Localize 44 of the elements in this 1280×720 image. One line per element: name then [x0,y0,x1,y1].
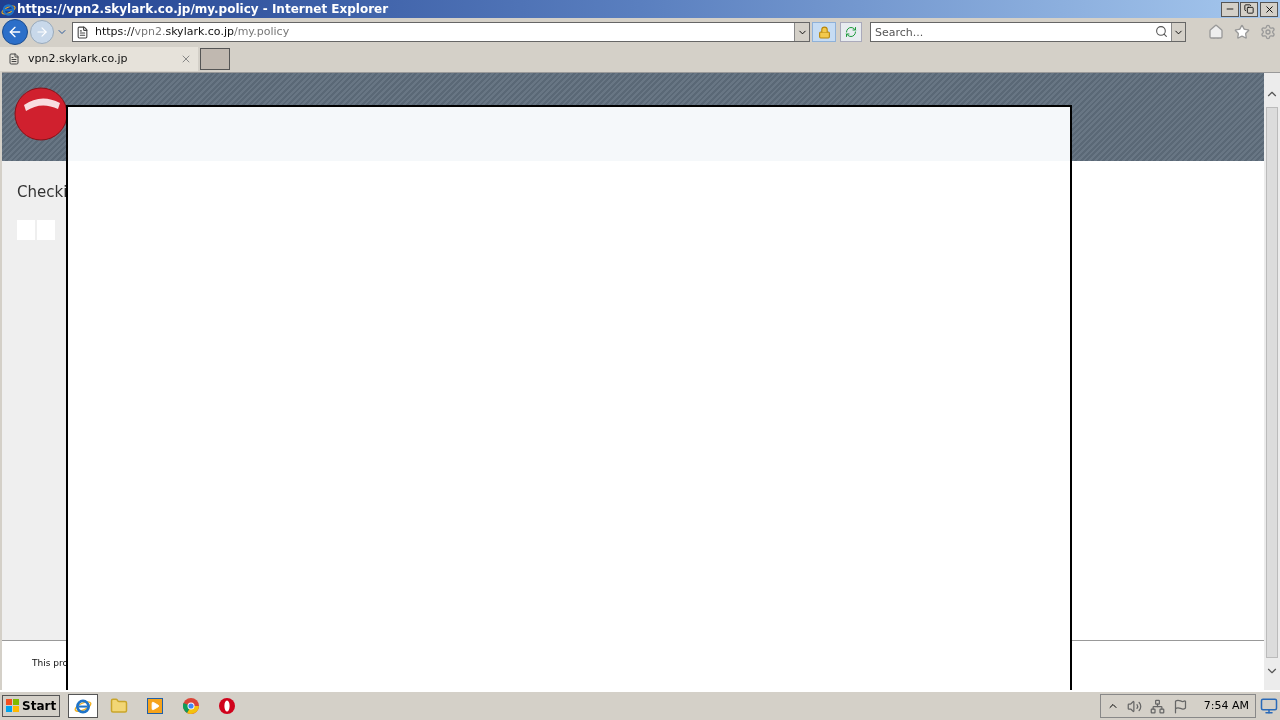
restore-icon [1244,4,1254,14]
favorites-button[interactable] [1232,22,1252,42]
tab-label: vpn2.skylark.co.jp [28,50,128,67]
flag-icon[interactable] [1172,698,1188,714]
page-icon [8,53,20,65]
page-icon [76,25,89,39]
browser-icon [74,697,93,715]
minimize-button[interactable] [1221,1,1239,17]
new-tab-button[interactable] [200,48,230,70]
search-icon[interactable] [1155,25,1168,38]
browser-icon [1,1,16,17]
show-desktop-icon[interactable] [1260,697,1278,715]
star-icon [1234,24,1250,40]
close-tab-icon[interactable] [180,53,192,65]
home-button[interactable] [1206,22,1226,42]
settings-button[interactable] [1258,22,1278,42]
address-dropdown[interactable] [794,23,809,41]
chrome-icon [183,698,200,714]
forward-arrow-icon [35,25,49,39]
close-button[interactable] [1260,1,1278,17]
scrollbar[interactable] [1264,73,1280,690]
start-button[interactable]: Start [2,695,61,717]
clock[interactable]: 7:54 AM [1203,697,1249,715]
address-field[interactable]: https://vpn2.skylark.co.jp/my.policy [72,22,810,42]
gear-icon [1260,24,1276,40]
logo [14,87,68,141]
status-text: Checki [17,183,68,201]
restore-button[interactable] [1240,1,1258,17]
home-icon [1208,24,1224,40]
search-field[interactable]: Search... [870,22,1186,42]
url-text: https://vpn2.skylark.co.jp/my.policy [95,23,290,40]
windows-logo [6,699,20,713]
window-title: https://vpn2.skylark.co.jp/my.policy - Internet Explorer [17,1,389,18]
lock-button[interactable] [812,22,836,42]
refresh-icon [845,26,857,38]
refresh-button[interactable] [840,22,862,42]
back-button[interactable] [2,19,28,45]
taskbar-app-button[interactable] [68,694,99,718]
browser-tab[interactable]: vpn2.skylark.co.jp [0,47,198,71]
padlock-icon [817,25,831,39]
folder-icon [110,697,129,715]
speaker-icon[interactable] [1126,698,1142,714]
close-icon [1263,3,1275,15]
opera-icon [219,698,236,714]
